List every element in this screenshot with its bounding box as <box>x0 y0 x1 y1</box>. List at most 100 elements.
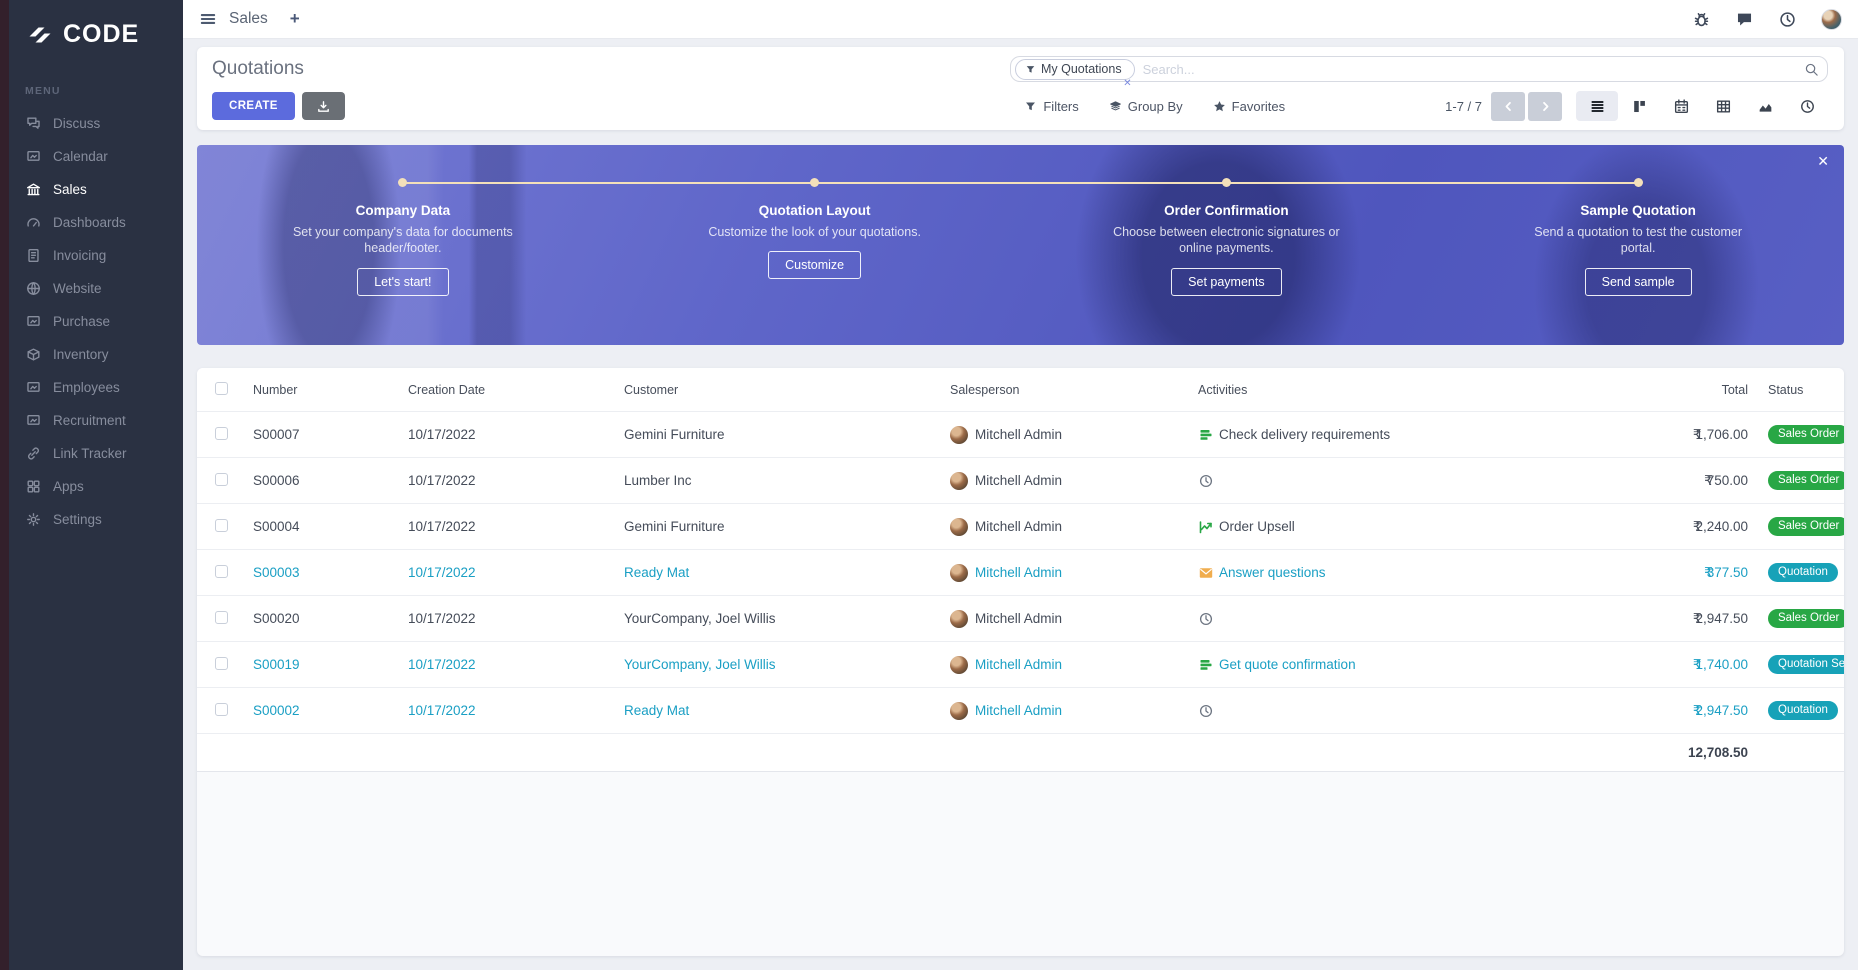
banner-close-icon[interactable]: ✕ <box>1817 153 1829 170</box>
cell-activity[interactable] <box>1198 703 1548 719</box>
column-header-number[interactable]: Number <box>253 383 408 397</box>
messages-icon[interactable] <box>1735 10 1754 29</box>
search-placeholder[interactable]: Search... <box>1143 62 1804 77</box>
add-tab-button[interactable]: + <box>290 9 300 29</box>
table-row[interactable]: S00004 10/17/2022 Gemini Furniture Mitch… <box>197 504 1844 550</box>
cell-creation-date: 10/17/2022 <box>408 427 624 442</box>
step-action-button[interactable]: Let's start! <box>357 268 448 296</box>
table-row[interactable]: S00002 10/17/2022 Ready Mat Mitchell Adm… <box>197 688 1844 734</box>
sidebar-item-website[interactable]: Website <box>9 272 183 305</box>
step-description: Customize the look of your quotations. <box>699 224 931 240</box>
sidebar-item-inventory[interactable]: Inventory <box>9 338 183 371</box>
filters-button[interactable]: Filters <box>1024 99 1078 114</box>
column-header-customer[interactable]: Customer <box>624 383 950 397</box>
sidebar-item-label: Recruitment <box>53 413 126 428</box>
row-checkbox[interactable] <box>215 519 228 532</box>
cell-activity[interactable]: Order Upsell <box>1198 519 1548 535</box>
cell-total: ₹2,947.50 <box>1548 611 1748 627</box>
row-checkbox[interactable] <box>215 427 228 440</box>
sidebar-item-calendar[interactable]: Calendar <box>9 140 183 173</box>
sidebar-item-invoicing[interactable]: Invoicing <box>9 239 183 272</box>
clock-icon <box>1198 703 1214 719</box>
view-switch-graph[interactable] <box>1744 91 1786 121</box>
sidebar-item-settings[interactable]: Settings <box>9 503 183 536</box>
debug-bug-icon[interactable] <box>1692 10 1711 29</box>
sidebar-item-discuss[interactable]: Discuss <box>9 107 183 140</box>
cell-activity[interactable]: Answer questions <box>1198 565 1548 581</box>
brand-name: CODE <box>63 20 139 49</box>
column-header-status[interactable]: Status <box>1748 383 1844 397</box>
column-header-activities[interactable]: Activities <box>1198 383 1548 397</box>
onboarding-step: Quotation Layout Customize the look of y… <box>609 178 1021 296</box>
salesperson-avatar <box>950 426 968 444</box>
column-header-creation-date[interactable]: Creation Date <box>408 383 624 397</box>
cell-activity[interactable]: Check delivery requirements <box>1198 427 1548 443</box>
group-by-button[interactable]: Group By <box>1109 99 1183 114</box>
sidebar-item-purchase[interactable]: Purchase <box>9 305 183 338</box>
row-checkbox[interactable] <box>215 611 228 624</box>
status-badge: Sales Order <box>1768 471 1844 490</box>
activity-label: Answer questions <box>1219 565 1326 580</box>
download-button[interactable] <box>302 92 345 120</box>
hamburger-menu-icon[interactable] <box>199 10 217 28</box>
sidebar-item-sales[interactable]: Sales <box>9 173 183 206</box>
view-switch-calendar[interactable] <box>1660 91 1702 121</box>
column-header-total[interactable]: Total <box>1548 383 1748 397</box>
view-switch-list[interactable] <box>1576 91 1618 121</box>
pager-next-button[interactable] <box>1528 92 1562 121</box>
sidebar-item-apps[interactable]: Apps <box>9 470 183 503</box>
menu-section-label: MENU <box>9 59 183 107</box>
row-checkbox[interactable] <box>215 657 228 670</box>
step-action-button[interactable]: Send sample <box>1585 268 1692 296</box>
table-body: S00007 10/17/2022 Gemini Furniture Mitch… <box>197 412 1844 734</box>
cell-activity[interactable]: Get quote confirmation <box>1198 657 1548 673</box>
column-header-salesperson[interactable]: Salesperson <box>950 383 1198 397</box>
row-checkbox[interactable] <box>215 473 228 486</box>
sidebar-item-label: Calendar <box>53 149 108 164</box>
cell-creation-date: 10/17/2022 <box>408 703 624 718</box>
cell-activity[interactable] <box>1198 611 1548 627</box>
view-switch-activity[interactable] <box>1786 91 1828 121</box>
create-button[interactable]: CREATE <box>212 92 295 120</box>
search-facet-my-quotations[interactable]: My Quotations ✕ <box>1015 59 1135 80</box>
facet-remove-icon[interactable]: ✕ <box>1123 78 1131 89</box>
row-checkbox[interactable] <box>215 703 228 716</box>
screen-icon <box>25 148 42 165</box>
view-switch-kanban[interactable] <box>1618 91 1660 121</box>
user-avatar[interactable] <box>1821 9 1842 30</box>
brand-logo[interactable]: CODE <box>9 0 183 59</box>
activity-clock-icon[interactable] <box>1778 10 1797 29</box>
favorites-button[interactable]: Favorites <box>1213 99 1285 114</box>
search-icon[interactable] <box>1804 62 1819 77</box>
app-title[interactable]: Sales <box>229 10 268 28</box>
salesperson-avatar <box>950 656 968 674</box>
table-row[interactable]: S00019 10/17/2022 YourCompany, Joel Will… <box>197 642 1844 688</box>
table-row[interactable]: S00006 10/17/2022 Lumber Inc Mitchell Ad… <box>197 458 1844 504</box>
cell-activity[interactable] <box>1198 473 1548 489</box>
row-checkbox[interactable] <box>215 565 228 578</box>
sidebar-item-label: Discuss <box>53 116 100 131</box>
activity-label: Order Upsell <box>1219 519 1295 534</box>
view-switch-pivot[interactable] <box>1702 91 1744 121</box>
sidebar-item-link-tracker[interactable]: Link Tracker <box>9 437 183 470</box>
search-bar[interactable]: My Quotations ✕ Search... <box>1010 56 1828 82</box>
step-description: Set your company's data for documents he… <box>287 224 519 257</box>
select-all-checkbox[interactable] <box>215 382 228 395</box>
sidebar-item-recruitment[interactable]: Recruitment <box>9 404 183 437</box>
sidebar-item-label: Settings <box>53 512 102 527</box>
pager-previous-button[interactable] <box>1491 92 1525 121</box>
cell-salesperson: Mitchell Admin <box>975 519 1062 534</box>
table-row[interactable]: S00020 10/17/2022 YourCompany, Joel Will… <box>197 596 1844 642</box>
cell-customer: Ready Mat <box>624 565 950 580</box>
chevron-left-icon <box>1502 100 1515 113</box>
step-action-button[interactable]: Set payments <box>1171 268 1281 296</box>
amount-value: 2,947.50 <box>1695 703 1748 718</box>
step-action-button[interactable]: Customize <box>768 251 861 279</box>
table-row[interactable]: S00007 10/17/2022 Gemini Furniture Mitch… <box>197 412 1844 458</box>
cell-number: S00003 <box>253 565 408 580</box>
sidebar-item-employees[interactable]: Employees <box>9 371 183 404</box>
table-row[interactable]: S00003 10/17/2022 Ready Mat Mitchell Adm… <box>197 550 1844 596</box>
cell-salesperson: Mitchell Admin <box>975 703 1062 718</box>
sidebar-item-dashboards[interactable]: Dashboards <box>9 206 183 239</box>
sidebar: CODE MENU Discuss Calendar Sales Dashboa… <box>9 0 183 970</box>
